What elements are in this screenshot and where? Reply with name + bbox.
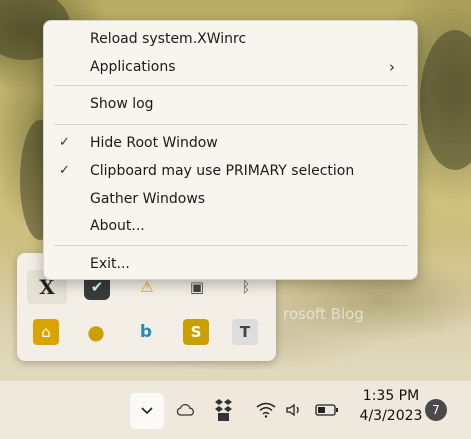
menu-item-label: Reload system.XWinrc — [90, 31, 247, 47]
show-hidden-icons-button[interactable] — [130, 393, 164, 429]
security-center-icon[interactable]: ⌂ — [33, 319, 59, 345]
menu-item-label: Gather Windows — [90, 191, 206, 207]
menu-item-label: About... — [90, 218, 145, 234]
bing-icon[interactable]: b — [133, 319, 159, 345]
chevron-right-icon: › — [389, 58, 395, 76]
menu-item-label: Exit... — [90, 256, 130, 272]
chrome-icon[interactable]: ● — [83, 319, 109, 345]
menu-item-label: Clipboard may use PRIMARY selection — [90, 163, 355, 179]
menu-item-hide-root-window[interactable]: ✓ Hide Root Window — [44, 130, 417, 156]
clock-time[interactable]: 1:35 PM — [355, 388, 427, 404]
menu-item-clipboard-primary[interactable]: ✓ Clipboard may use PRIMARY selection — [44, 158, 417, 184]
onedrive-icon[interactable] — [174, 399, 196, 421]
teams-icon[interactable]: T — [232, 319, 258, 345]
volume-icon[interactable] — [284, 399, 306, 421]
menu-item-label: Applications — [90, 59, 176, 75]
menu-separator — [54, 85, 407, 86]
notification-count-badge[interactable]: 7 — [425, 399, 447, 421]
taskbar: 1:35 PM 4/3/2023 7 — [0, 380, 471, 439]
checkmark-icon: ✓ — [59, 163, 70, 178]
menu-item-applications[interactable]: Applications › — [44, 54, 417, 80]
menu-item-label: Hide Root Window — [90, 135, 218, 151]
dropbox-icon[interactable] — [213, 395, 235, 425]
menu-item-reload[interactable]: Reload system.XWinrc — [44, 26, 417, 52]
menu-item-gather-windows[interactable]: Gather Windows — [44, 186, 417, 212]
menu-separator — [54, 245, 407, 246]
battery-icon[interactable] — [314, 399, 340, 421]
s-app-icon[interactable]: S — [183, 319, 209, 345]
menu-item-exit[interactable]: Exit... — [44, 251, 417, 277]
menu-item-label: Show log — [90, 96, 154, 112]
checkmark-icon: ✓ — [59, 135, 70, 150]
xwin-context-menu: Reload system.XWinrc Applications › Show… — [43, 20, 418, 280]
wallpaper-watermark-text: rosoft Blog — [283, 305, 364, 323]
clock-date[interactable]: 4/3/2023 — [355, 408, 427, 424]
menu-item-show-log[interactable]: Show log — [44, 91, 417, 117]
menu-separator — [54, 124, 407, 125]
menu-item-about[interactable]: About... — [44, 213, 417, 239]
chevron-down-icon — [141, 407, 153, 415]
wifi-icon[interactable] — [255, 399, 277, 421]
